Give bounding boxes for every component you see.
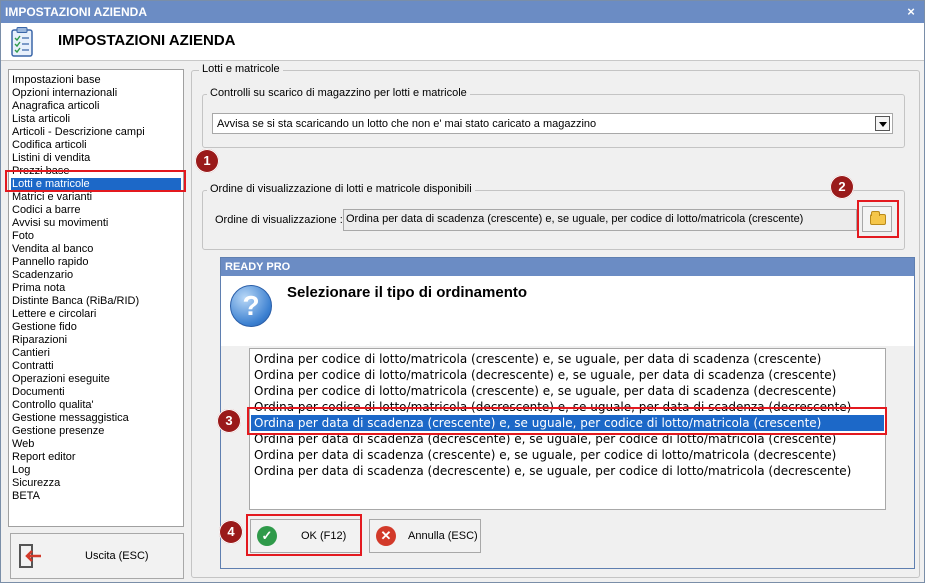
sidebar-item[interactable]: Lista articoli	[12, 113, 70, 126]
unload-control-value: Avvisa se si sta scaricando un lotto che…	[217, 118, 597, 130]
sidebar-item[interactable]: Report editor	[12, 451, 76, 464]
sort-option[interactable]: Ordina per codice di lotto/matricola (cr…	[251, 383, 884, 399]
dialog-message: Selezionare il tipo di ordinamento	[287, 284, 528, 301]
folder-highlight-box	[857, 200, 899, 238]
sidebar-item[interactable]: Gestione presenze	[12, 425, 104, 438]
close-icon[interactable]: ×	[904, 1, 918, 23]
sidebar-item[interactable]: Lettere e circolari	[12, 308, 96, 321]
exit-button[interactable]: Uscita (ESC)	[10, 533, 184, 579]
sidebar-item[interactable]: Documenti	[12, 386, 65, 399]
sidebar-item[interactable]: Avvisi su movimenti	[12, 217, 108, 230]
window-titlebar[interactable]: IMPOSTAZIONI AZIENDA ×	[1, 1, 924, 23]
ok-highlight-box	[246, 514, 362, 556]
sidebar-item[interactable]: Anagrafica articoli	[12, 100, 99, 113]
clipboard-checklist-icon	[11, 27, 33, 57]
sidebar-item[interactable]: Sicurezza	[12, 477, 60, 490]
cancel-button[interactable]: ✕ Annulla (ESC)	[369, 519, 481, 553]
window-title: IMPOSTAZIONI AZIENDA	[5, 5, 147, 19]
callout-3: 3	[217, 409, 241, 433]
dialog-header: ? Selezionare il tipo di ordinamento	[221, 276, 914, 346]
sidebar-item[interactable]: Controllo qualita'	[12, 399, 94, 412]
exit-button-label: Uscita (ESC)	[85, 550, 149, 562]
sidebar-item[interactable]: Gestione messaggistica	[12, 412, 129, 425]
callout-2: 2	[830, 175, 854, 199]
section-title: Lotti e matricole	[199, 63, 283, 75]
sidebar-item[interactable]: Pannello rapido	[12, 256, 88, 269]
unload-controls-title: Controlli su scarico di magazzino per lo…	[207, 87, 470, 99]
close-icon: ✕	[376, 526, 396, 546]
sort-option[interactable]: Ordina per codice di lotto/matricola (cr…	[251, 351, 884, 367]
sidebar-item[interactable]: Cantieri	[12, 347, 50, 360]
chevron-down-icon[interactable]	[875, 116, 890, 131]
sidebar-item[interactable]: Impostazioni base	[12, 74, 101, 87]
sidebar-item[interactable]: Distinte Banca (RiBa/RID)	[12, 295, 139, 308]
dialog-titlebar[interactable]: READY PRO	[221, 258, 914, 276]
question-icon: ?	[230, 285, 272, 327]
sidebar-item[interactable]: Codifica articoli	[12, 139, 87, 152]
sidebar-item[interactable]: Listini di vendita	[12, 152, 90, 165]
sidebar-item[interactable]: Gestione fido	[12, 321, 77, 334]
display-order-title: Ordine di visualizzazione di lotti e mat…	[207, 183, 475, 195]
sidebar-item[interactable]: Scadenzario	[12, 269, 73, 282]
sidebar-highlight-box	[5, 170, 186, 192]
sidebar-item[interactable]: Web	[12, 438, 34, 451]
cancel-button-label: Annulla (ESC)	[408, 530, 478, 542]
sidebar-item[interactable]: Operazioni eseguite	[12, 373, 110, 386]
sidebar-item[interactable]: Codici a barre	[12, 204, 80, 217]
display-order-label: Ordine di visualizzazione :	[215, 214, 343, 226]
sidebar-nav: Impostazioni base Opzioni internazionali A…	[8, 69, 184, 527]
window-header: IMPOSTAZIONI AZIENDA	[1, 23, 924, 61]
sidebar-item[interactable]: Prima nota	[12, 282, 65, 295]
sidebar-item[interactable]: BETA	[12, 490, 40, 503]
sort-option[interactable]: Ordina per data di scadenza (decrescente…	[251, 463, 884, 479]
display-order-value: Ordina per data di scadenza (crescente) …	[346, 213, 804, 225]
display-order-field[interactable]: Ordina per data di scadenza (crescente) …	[343, 209, 857, 231]
sort-option[interactable]: Ordina per data di scadenza (crescente) …	[251, 447, 884, 463]
sidebar-item[interactable]: Log	[12, 464, 30, 477]
sidebar-item[interactable]: Opzioni internazionali	[12, 87, 117, 100]
settings-window: IMPOSTAZIONI AZIENDA × IMPOSTAZIONI AZIE…	[0, 0, 925, 583]
sidebar-item[interactable]: Articoli - Descrizione campi	[12, 126, 145, 139]
sidebar-item[interactable]: Foto	[12, 230, 34, 243]
option-highlight-box	[247, 407, 887, 435]
callout-4: 4	[219, 520, 243, 544]
sort-option[interactable]: Ordina per codice di lotto/matricola (de…	[251, 367, 884, 383]
sidebar-item[interactable]: Riparazioni	[12, 334, 67, 347]
exit-door-icon	[19, 544, 41, 568]
unload-control-select[interactable]: Avvisa se si sta scaricando un lotto che…	[212, 113, 893, 134]
sidebar-item[interactable]: Matrici e varianti	[12, 191, 92, 204]
page-title: IMPOSTAZIONI AZIENDA	[58, 32, 236, 49]
sidebar-item[interactable]: Contratti	[12, 360, 54, 373]
sidebar-item[interactable]: Vendita al banco	[12, 243, 93, 256]
